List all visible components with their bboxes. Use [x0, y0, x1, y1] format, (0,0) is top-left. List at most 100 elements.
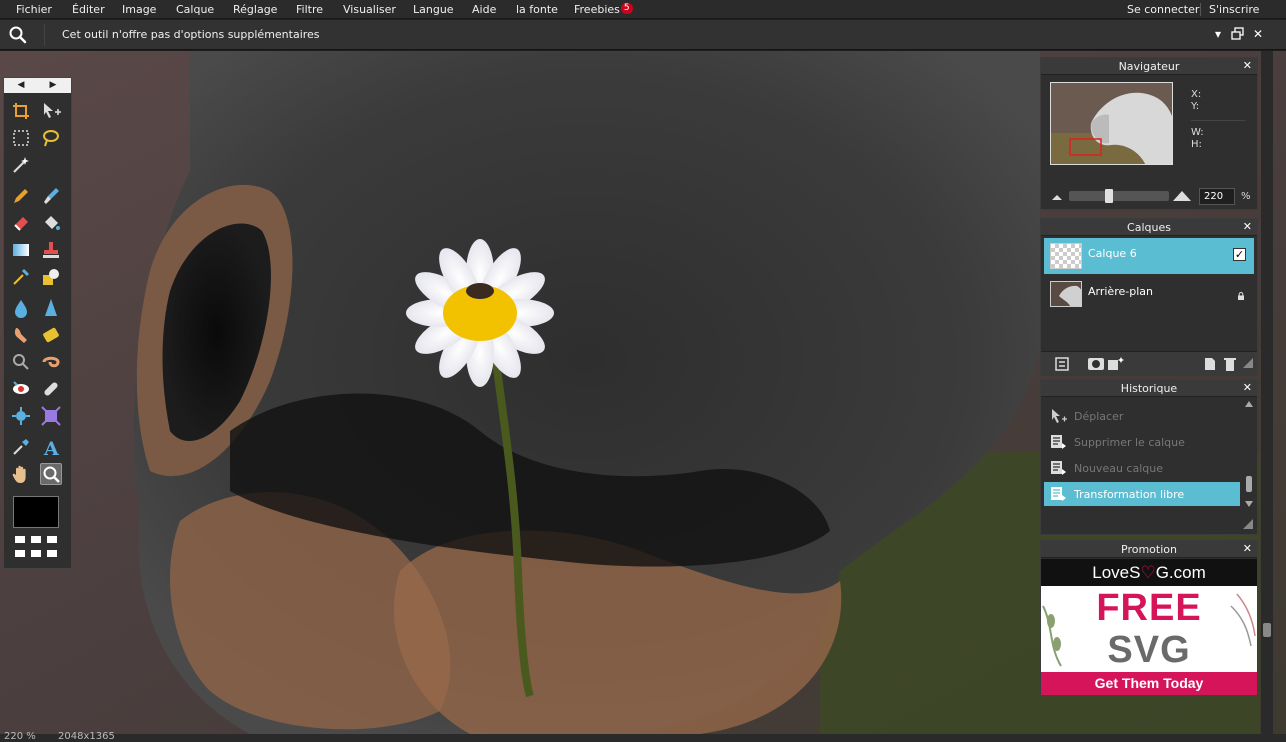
paint-bucket-tool-icon[interactable]	[40, 212, 62, 234]
history-step-icon	[1050, 460, 1068, 476]
history-item[interactable]: Déplacer	[1044, 404, 1240, 428]
arrow-right-icon[interactable]: ▶	[47, 79, 59, 91]
magic-wand-tool-icon[interactable]	[10, 154, 32, 176]
menu-separator	[1200, 3, 1201, 16]
gradient-tool-icon[interactable]	[10, 239, 32, 261]
marquee-tool-icon[interactable]	[10, 127, 32, 149]
navigator-title: Navigateur	[1118, 60, 1180, 73]
menu-image[interactable]: Image	[122, 3, 156, 16]
zoom-in-mountain-icon[interactable]	[1172, 187, 1192, 203]
promo-brand-prefix: LoveS	[1092, 563, 1141, 582]
foreground-color-swatch[interactable]	[13, 496, 59, 528]
menu-view[interactable]: Visualiser	[343, 3, 396, 16]
promo-ad[interactable]: LoveS♡G.com FREE SVG Get Them Today	[1041, 559, 1257, 695]
arrow-left-icon[interactable]: ◀	[15, 79, 27, 91]
login-link[interactable]: Se connecter	[1127, 3, 1199, 16]
clone-stamp-tool-icon[interactable]	[40, 239, 62, 261]
view-grid-cell[interactable]	[31, 550, 41, 557]
tool-options-message: Cet outil n'offre pas d'options suppléme…	[62, 28, 320, 41]
color-picker-tool-icon[interactable]	[10, 436, 32, 458]
history-item[interactable]: Supprimer le calque	[1044, 430, 1240, 454]
zoom-slider-handle[interactable]	[1105, 189, 1113, 203]
promo-headline-svg: SVG	[1107, 629, 1191, 671]
status-bar: 220 % 2048x1365	[0, 731, 1286, 742]
history-item-label: Supprimer le calque	[1074, 436, 1185, 449]
layer-styles-icon[interactable]	[1053, 356, 1071, 372]
eraser-tool-icon[interactable]	[10, 212, 32, 234]
layer-mask-icon[interactable]	[1087, 356, 1105, 372]
panel-resize-icon[interactable]	[1241, 517, 1255, 531]
menu-layer[interactable]: Calque	[176, 3, 214, 16]
menu-adjust[interactable]: Réglage	[233, 3, 277, 16]
menu-help[interactable]: Aide	[472, 3, 496, 16]
history-header: Historique ✕	[1041, 380, 1257, 397]
text-tool-icon[interactable]: A	[40, 436, 62, 458]
promo-cta-button[interactable]: Get Them Today	[1041, 672, 1257, 695]
zoom-slider-track[interactable]	[1069, 191, 1169, 201]
zoom-input[interactable]	[1199, 188, 1235, 205]
bloat-tool-icon[interactable]	[10, 405, 32, 427]
view-grid-cell[interactable]	[15, 550, 25, 557]
blur-tool-icon[interactable]	[10, 297, 32, 319]
new-layer-icon[interactable]	[1201, 356, 1219, 372]
view-grid-cell[interactable]	[31, 536, 41, 543]
move-tool-icon[interactable]	[40, 100, 62, 122]
layers-panel: Calques ✕ Calque 6 ✓ Arrière-plan	[1040, 218, 1258, 376]
zoom-icon	[8, 25, 28, 45]
zoom-tool-icon[interactable]	[40, 463, 62, 485]
shape-tool-icon[interactable]	[40, 266, 62, 288]
scrollbar-thumb[interactable]	[1263, 623, 1271, 637]
dodge-tool-icon[interactable]	[10, 351, 32, 373]
layer-row[interactable]: Arrière-plan	[1044, 276, 1254, 312]
view-grid-cell[interactable]	[15, 536, 25, 543]
layer-row[interactable]: Calque 6 ✓	[1044, 238, 1254, 274]
navigator-header: Navigateur ✕	[1041, 58, 1257, 75]
menu-filter[interactable]: Filtre	[296, 3, 323, 16]
pencil-tool-icon[interactable]	[10, 185, 32, 207]
zoom-out-mountain-icon[interactable]	[1050, 190, 1064, 202]
lasso-tool-icon[interactable]	[40, 127, 62, 149]
history-item[interactable]: Transformation libre	[1044, 482, 1240, 506]
restore-window-icon[interactable]	[1230, 26, 1246, 42]
promotion-close-icon[interactable]: ✕	[1243, 542, 1252, 555]
color-replace-tool-icon[interactable]	[10, 266, 32, 288]
crop-tool-icon[interactable]	[10, 100, 32, 122]
menu-font[interactable]: la fonte	[516, 3, 558, 16]
close-icon[interactable]: ✕	[1250, 26, 1266, 42]
smudge-tool-icon[interactable]	[10, 324, 32, 346]
navigator-thumbnail[interactable]	[1050, 82, 1173, 165]
sharpen-tool-icon[interactable]	[40, 297, 62, 319]
promotion-panel: Promotion ✕ LoveS♡G.com FREE SVG Get The…	[1040, 540, 1258, 695]
menu-language[interactable]: Langue	[413, 3, 454, 16]
adjustment-layer-icon[interactable]	[1107, 356, 1125, 372]
canvas-vertical-scrollbar[interactable]	[1261, 51, 1273, 734]
trash-icon[interactable]	[1221, 356, 1239, 372]
red-eye-tool-icon[interactable]	[10, 378, 32, 400]
panel-resize-icon[interactable]	[1241, 356, 1259, 372]
layers-close-icon[interactable]: ✕	[1243, 220, 1252, 233]
sponge-tool-icon[interactable]	[40, 324, 62, 346]
history-item[interactable]: Nouveau calque	[1044, 456, 1240, 480]
view-grid-cell[interactable]	[47, 536, 57, 543]
collapse-icon[interactable]: ▾	[1210, 26, 1226, 42]
layer-visibility-checkbox[interactable]: ✓	[1233, 248, 1246, 261]
history-scrollbar[interactable]	[1244, 400, 1254, 508]
lock-icon	[1237, 290, 1245, 300]
menu-edit[interactable]: Éditer	[72, 3, 105, 16]
history-step-icon	[1050, 434, 1068, 450]
burn-tool-icon[interactable]	[40, 351, 62, 373]
hand-tool-icon[interactable]	[10, 463, 32, 485]
history-close-icon[interactable]: ✕	[1243, 381, 1252, 394]
history-title: Historique	[1120, 382, 1178, 395]
layer-thumbnail-transparent	[1050, 243, 1082, 269]
pinch-tool-icon[interactable]	[40, 405, 62, 427]
promotion-title: Promotion	[1121, 543, 1177, 556]
signup-link[interactable]: S'inscrire	[1209, 3, 1259, 16]
spot-heal-tool-icon[interactable]	[40, 378, 62, 400]
view-grid-cell[interactable]	[47, 550, 57, 557]
menu-freebies[interactable]: Freebies 5	[574, 3, 633, 16]
brush-tool-icon[interactable]	[40, 185, 62, 207]
menu-file[interactable]: Fichier	[16, 3, 52, 16]
freebies-badge: 5	[620, 3, 633, 14]
navigator-close-icon[interactable]: ✕	[1243, 59, 1252, 72]
